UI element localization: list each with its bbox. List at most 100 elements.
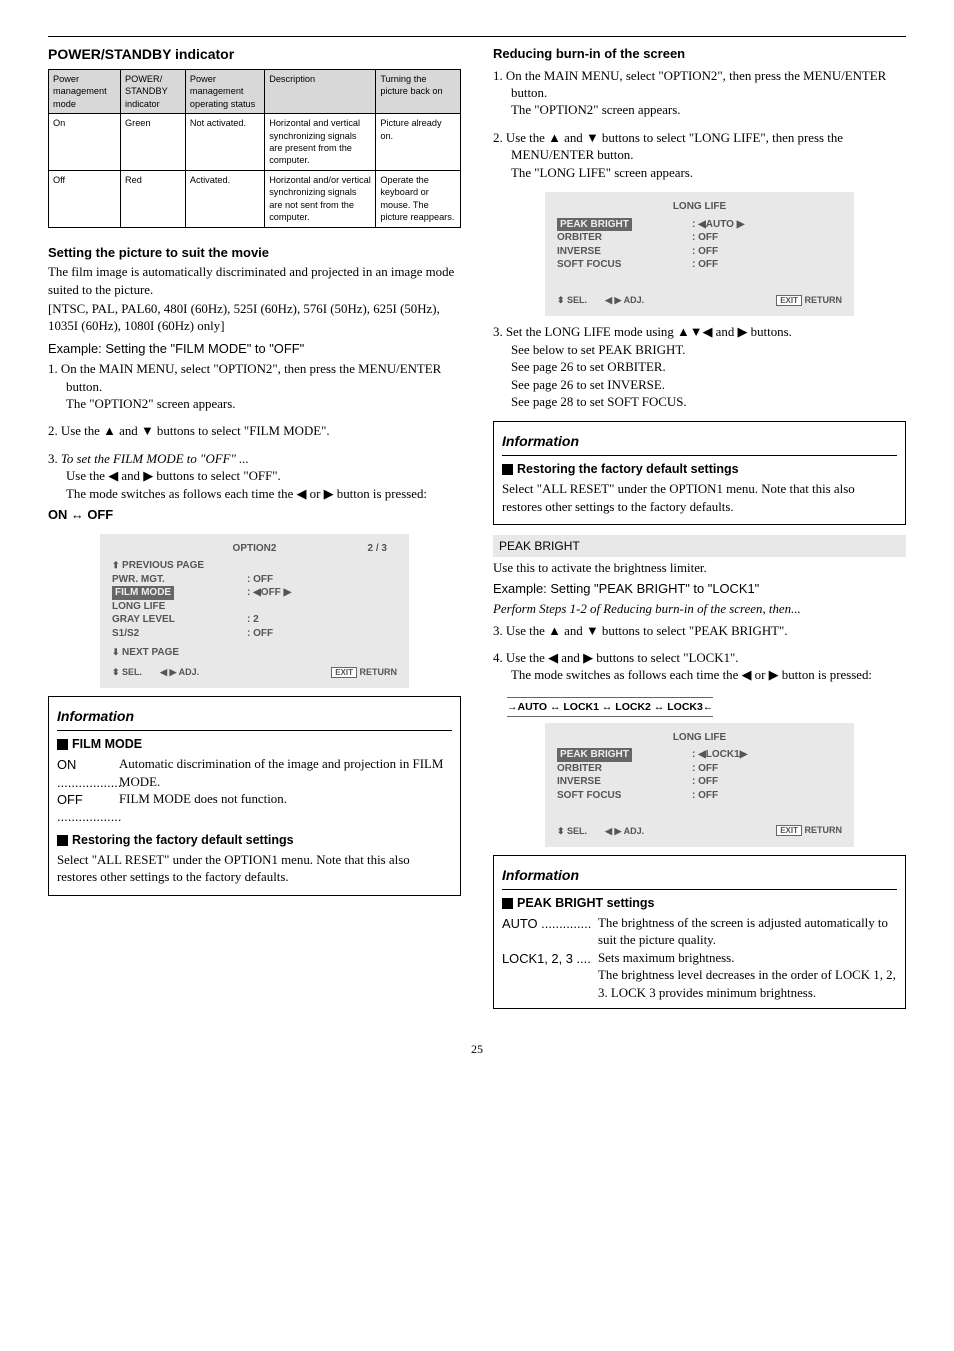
film-off-val: FILM MODE does not function. [119, 791, 452, 826]
steps-longlife: 1. On the MAIN MENU, select "OPTION2", t… [493, 68, 906, 183]
osd1-ret: RETURN [360, 667, 398, 677]
osd3-adj: ADJ. [624, 826, 645, 836]
osd3-ret: RETURN [805, 825, 843, 835]
burn-step-2: 2. Use the ▲ and ▼ buttons to select "LO… [493, 130, 906, 182]
lock-val: Sets maximum brightness. The brightness … [598, 950, 897, 1002]
restoring-heading-2: Restoring the factory default settings [502, 461, 897, 478]
r2c3: Activated. [185, 170, 264, 227]
osd2-r3v: : OFF [692, 245, 842, 259]
film-mode-heading: FILM MODE [57, 736, 452, 753]
peak-step-3: 3. Use the ▲ and ▼ buttons to select "PE… [493, 623, 906, 640]
right-column: Reducing burn-in of the screen 1. On the… [493, 45, 906, 1019]
restoring-p: Select "ALL RESET" under the OPTION1 men… [57, 852, 452, 887]
osd3-r4v: : OFF [692, 789, 842, 803]
osd-option2: OPTION22 / 3 ⬆ PREVIOUS PAGE PWR. MGT.: … [100, 534, 409, 689]
th-3: Power management operating status [185, 69, 264, 113]
r1c1: On [49, 114, 121, 171]
heading-setting-picture: Setting the picture to suit the movie [48, 244, 461, 262]
film-on-val: Automatic discrimination of the image an… [119, 756, 452, 791]
top-rule [48, 36, 906, 37]
heading-power-standby: POWER/STANDBY indicator [48, 45, 461, 64]
osd1-r2v: : ◀OFF ▶ [247, 586, 397, 600]
step-3: 3. To set the FILM MODE to "OFF" ... Use… [48, 451, 461, 524]
r1c3: Not activated. [185, 114, 264, 171]
onoff-cycle: ON ↔ OFF [66, 506, 461, 523]
peak-example: Example: Setting "PEAK BRIGHT" to "LOCK1… [493, 580, 906, 597]
osd2-r2v: : OFF [692, 231, 842, 245]
osd1-r5v: : OFF [247, 627, 397, 641]
pb-settings-heading: PEAK BRIGHT settings [502, 895, 897, 912]
info-heading: Information [57, 707, 452, 726]
r2c5: Operate the keyboard or mouse. The pictu… [376, 170, 461, 227]
steps-filmmode: 1. On the MAIN MENU, select "OPTION2", t… [48, 361, 461, 523]
osd3-r3l: INVERSE [557, 775, 692, 789]
osd3-r2l: ORBITER [557, 762, 692, 776]
osd2-r1l: PEAK BRIGHT [557, 218, 632, 232]
peak-bright-heading: PEAK BRIGHT [493, 535, 906, 557]
osd-longlife-auto: LONG LIFE PEAK BRIGHT : ◀AUTO ▶ ORBITER: … [545, 192, 854, 316]
example-filmmode: Example: Setting the "FILM MODE" to "OFF… [48, 340, 461, 357]
th-5: Turning the picture back on [376, 69, 461, 113]
peak-italic: Perform Steps 1-2 of Reducing burn-in of… [493, 601, 906, 618]
osd1-title: OPTION2 [233, 543, 277, 554]
info-box-peakbright: Information PEAK BRIGHT settings AUTO ..… [493, 855, 906, 1009]
osd1-r4l: GRAY LEVEL [112, 613, 247, 627]
osd3-r4l: SOFT FOCUS [557, 789, 692, 803]
p-setting-2: [NTSC, PAL, PAL60, 480I (60Hz), 525I (60… [48, 301, 461, 336]
info-box-restoring: Information Restoring the factory defaul… [493, 421, 906, 525]
osd1-next: NEXT PAGE [122, 646, 179, 660]
burn-step-3: 3. Set the LONG LIFE mode using ▲▼◀ and … [493, 324, 906, 411]
step3-title: To set the FILM MODE to "OFF" ... [61, 452, 249, 466]
osd1-r2l: FILM MODE [112, 586, 174, 600]
th-2: POWER/ STANDBY indicator [120, 69, 185, 113]
info-heading-2: Information [502, 432, 897, 451]
restoring-heading: Restoring the factory default settings [57, 832, 452, 849]
two-column-layout: POWER/STANDBY indicator Power management… [48, 45, 906, 1019]
osd2-ret: RETURN [805, 295, 843, 305]
osd2-title: LONG LIFE [673, 201, 726, 212]
osd3-r1v: : ◀LOCK1▶ [692, 748, 842, 762]
heading-burn-in: Reducing burn-in of the screen [493, 45, 906, 63]
osd1-sel: SEL. [122, 667, 142, 677]
restoring-p-2: Select "ALL RESET" under the OPTION1 men… [502, 481, 897, 516]
osd3-r3v: : OFF [692, 775, 842, 789]
peak-step-4: 4. Use the ◀ and ▶ buttons to select "LO… [493, 650, 906, 685]
osd1-page: 2 / 3 [368, 542, 387, 556]
osd2-r3l: INVERSE [557, 245, 692, 259]
osd1-r1l: PWR. MGT. [112, 573, 247, 587]
osd1-r5l: S1/S2 [112, 627, 247, 641]
step-2: 2. Use the ▲ and ▼ buttons to select "FI… [48, 423, 461, 440]
burn-step-1: 1. On the MAIN MENU, select "OPTION2", t… [493, 68, 906, 120]
r2c4: Horizontal and/or vertical synchronizing… [265, 170, 376, 227]
peak-cycle: →AUTO ↔ LOCK1 ↔ LOCK2 ↔ LOCK3← [507, 697, 713, 717]
osd1-adj: ADJ. [179, 667, 200, 677]
lock-key: LOCK1, 2, 3 .... [502, 950, 594, 1002]
r2c2: Red [120, 170, 185, 227]
osd1-prev: PREVIOUS PAGE [122, 559, 204, 573]
steps-longlife-2: 3. Set the LONG LIFE mode using ▲▼◀ and … [493, 324, 906, 411]
peak-p1: Use this to activate the brightness limi… [493, 560, 906, 577]
r1c2: Green [120, 114, 185, 171]
auto-val: The brightness of the screen is adjusted… [598, 915, 897, 950]
step3-body: Use the ◀ and ▶ buttons to select "OFF".… [66, 468, 427, 503]
osd2-r1v: : ◀AUTO ▶ [692, 218, 842, 232]
osd1-r4v: : 2 [247, 613, 397, 627]
osd2-r4v: : OFF [692, 258, 842, 272]
steps-peakbright: 3. Use the ▲ and ▼ buttons to select "PE… [493, 623, 906, 685]
auto-key: AUTO .............. [502, 915, 594, 950]
r2c1: Off [49, 170, 121, 227]
osd2-adj: ADJ. [624, 295, 645, 305]
info-heading-3: Information [502, 866, 897, 885]
osd2-r4l: SOFT FOCUS [557, 258, 692, 272]
r1c4: Horizontal and vertical synchronizing si… [265, 114, 376, 171]
film-off-key: OFF .................. [57, 791, 115, 826]
page-number: 25 [48, 1041, 906, 1057]
step3-num: 3. [48, 452, 61, 466]
osd2-r2l: ORBITER [557, 231, 692, 245]
r1c5: Picture already on. [376, 114, 461, 171]
osd3-title: LONG LIFE [673, 732, 726, 743]
left-column: POWER/STANDBY indicator Power management… [48, 45, 461, 1019]
osd3-r1l: PEAK BRIGHT [557, 748, 632, 762]
th-4: Description [265, 69, 376, 113]
osd3-sel: SEL. [567, 826, 587, 836]
